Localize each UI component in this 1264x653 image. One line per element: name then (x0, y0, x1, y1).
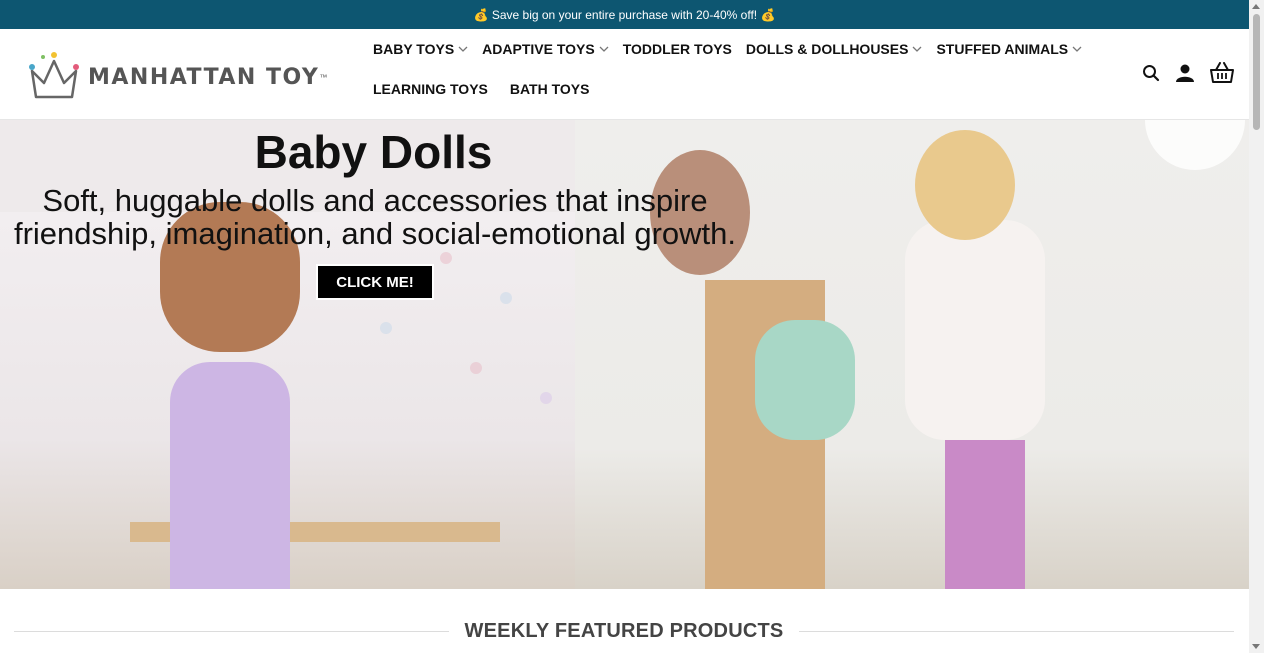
chevron-down-icon (1072, 46, 1082, 52)
site-header: MANHATTAN TOY ™ BABY TOYS ADAPTIVE TOYS … (0, 29, 1249, 120)
hero-banner: Baby Dolls Soft, huggable dolls and acce… (0, 120, 1249, 589)
nav-label: STUFFED ANIMALS (936, 41, 1069, 57)
hero-title: Baby Dolls (254, 126, 493, 178)
account-icon[interactable] (1175, 63, 1195, 83)
chevron-down-icon (458, 46, 468, 52)
child-pants-right (945, 440, 1025, 589)
hero-subtitle: Soft, huggable dolls and accessories tha… (0, 184, 750, 250)
child-hair-right (915, 130, 1015, 240)
section-heading: WEEKLY FEATURED PRODUCTS (14, 620, 1234, 643)
nav-item-stuffed-animals[interactable]: STUFFED ANIMALS (929, 37, 1089, 61)
chevron-down-icon (599, 46, 609, 52)
nav-label: LEARNING TOYS (373, 81, 488, 97)
logo-trademark: ™ (319, 72, 328, 82)
nav-item-bath-toys[interactable]: BATH TOYS (503, 77, 597, 101)
search-icon[interactable] (1141, 63, 1161, 83)
divider-right (799, 631, 1234, 632)
header-actions (1141, 62, 1235, 83)
child-figure-left (170, 362, 290, 589)
nav-item-baby-toys[interactable]: BABY TOYS (366, 37, 475, 61)
divider-left (14, 631, 449, 632)
doll-toy (755, 320, 855, 440)
logo[interactable]: MANHATTAN TOY ™ (26, 49, 327, 105)
nav-item-toddler-toys[interactable]: TODDLER TOYS (616, 37, 739, 61)
child-figure-right (905, 220, 1045, 440)
nav-item-dolls-dollhouses[interactable]: DOLLS & DOLLHOUSES (739, 37, 930, 61)
nav-label: ADAPTIVE TOYS (482, 41, 595, 57)
nav-item-learning-toys[interactable]: LEARNING TOYS (366, 77, 495, 101)
nav-label: DOLLS & DOLLHOUSES (745, 41, 909, 57)
scroll-down-arrow-icon[interactable] (1252, 644, 1260, 649)
hero-subtitle-line-1: Soft, huggable dolls and accessories tha… (42, 183, 708, 218)
hero-photo-left (0, 202, 575, 589)
scrollbar-thumb[interactable] (1253, 14, 1260, 130)
nav-item-adaptive-toys[interactable]: ADAPTIVE TOYS (475, 37, 616, 61)
promo-banner: 💰 Save big on your entire purchase with … (0, 0, 1249, 29)
hero-cta-button[interactable]: CLICK ME! (316, 264, 434, 300)
logo-text: MANHATTAN TOY (88, 64, 320, 90)
main-nav: BABY TOYS ADAPTIVE TOYS TODDLER TOYS DOL… (366, 37, 1146, 101)
section-title: WEEKLY FEATURED PRODUCTS (464, 620, 784, 642)
hero-subtitle-line-2: friendship, imagination, and social-emot… (13, 216, 736, 251)
scroll-up-arrow-icon[interactable] (1252, 4, 1260, 9)
nav-label: TODDLER TOYS (622, 41, 732, 57)
nav-label: BATH TOYS (509, 81, 590, 97)
crown-logo-icon (29, 52, 79, 99)
hero-text-block: Baby Dolls Soft, huggable dolls and acce… (0, 126, 750, 250)
chevron-down-icon (912, 46, 922, 52)
basket-icon[interactable] (1209, 62, 1235, 83)
page-scrollbar[interactable] (1249, 0, 1264, 653)
balloon-white (1145, 120, 1245, 170)
promo-text: 💰 Save big on your entire purchase with … (473, 7, 776, 22)
nav-label: BABY TOYS (373, 41, 455, 57)
